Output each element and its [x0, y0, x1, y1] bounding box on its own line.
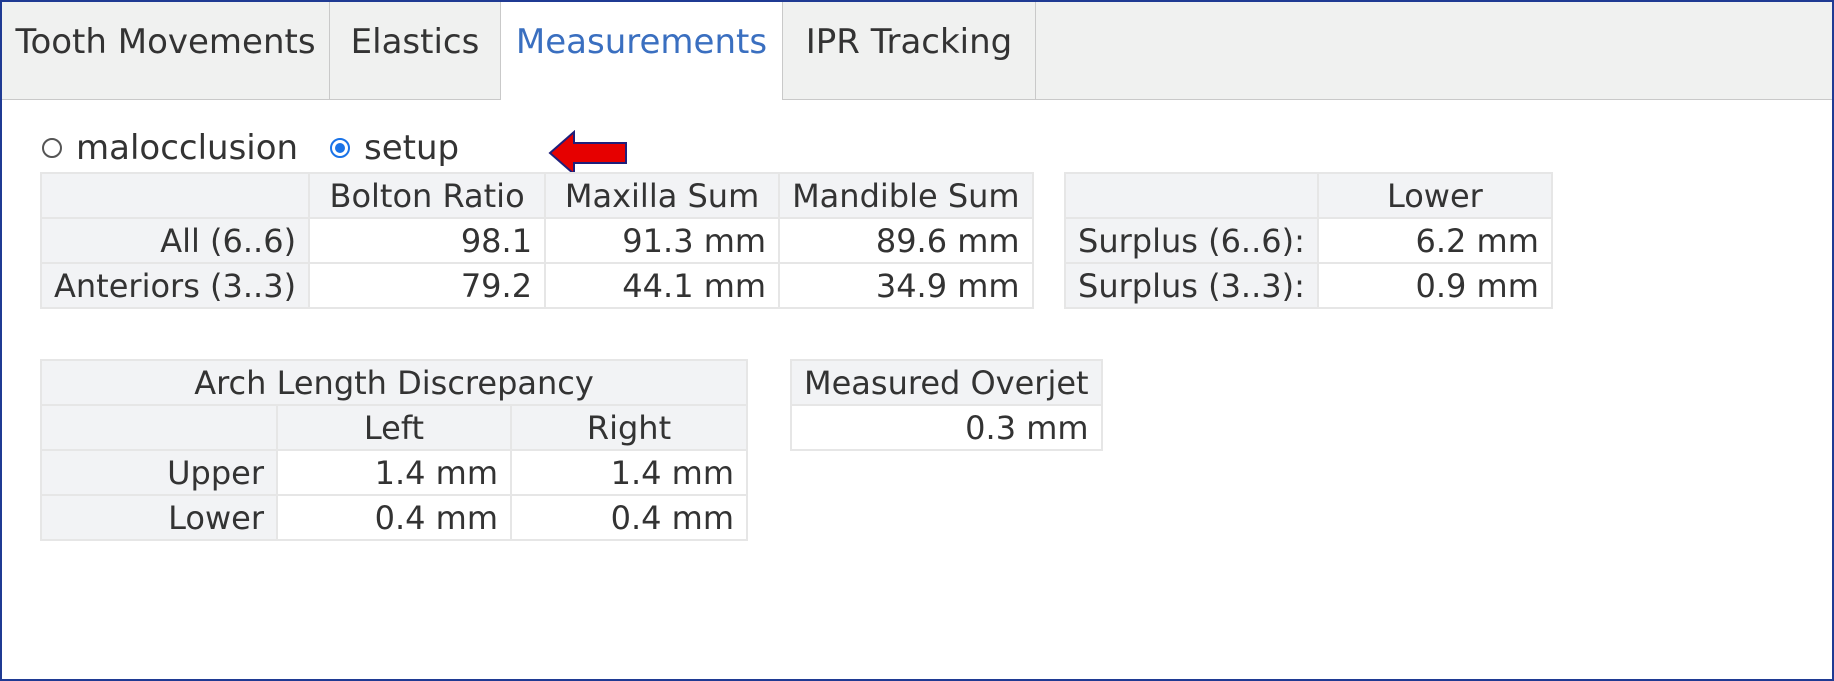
right-value: 0.4 mm	[510, 494, 748, 541]
tab-measurements[interactable]: Measurements	[501, 2, 783, 100]
bolton-ratio-value: 79.2	[308, 262, 547, 309]
row-label: All (6..6)	[39, 217, 311, 264]
header-right: Right	[510, 404, 748, 451]
row-label: Upper	[40, 449, 278, 496]
bolton-ratio-value: 98.1	[308, 217, 547, 264]
radio-malocclusion-label[interactable]: malocclusion	[76, 128, 298, 168]
left-value: 1.4 mm	[276, 449, 512, 496]
right-value: 1.4 mm	[510, 449, 748, 496]
tab-tooth-movements[interactable]: Tooth Movements	[2, 2, 330, 99]
header-bolton-ratio: Bolton Ratio	[308, 172, 547, 219]
row-label: Anteriors (3..3)	[39, 262, 311, 309]
row-label: Surplus (3..3):	[1064, 262, 1319, 309]
surplus-value: 6.2 mm	[1316, 217, 1553, 264]
header-maxilla-sum: Maxilla Sum	[544, 172, 781, 219]
row-label: Surplus (6..6):	[1064, 217, 1319, 264]
table-row: Surplus (3..3): 0.9 mm	[1064, 262, 1553, 309]
header-empty	[40, 404, 278, 451]
surplus-table: Lower Surplus (6..6): 6.2 mm Surplus (3.…	[1064, 172, 1553, 309]
mandible-sum-value: 34.9 mm	[778, 262, 1034, 309]
table-header-row: Lower	[1064, 172, 1553, 219]
table-row: Upper 1.4 mm 1.4 mm	[40, 449, 748, 496]
radio-setup[interactable]: setup	[330, 128, 459, 168]
left-value: 0.4 mm	[276, 494, 512, 541]
table-row: Anteriors (3..3) 79.2 44.1 mm 34.9 mm	[39, 262, 1034, 309]
header-empty	[39, 172, 311, 219]
row-label: Lower	[40, 494, 278, 541]
arch-length-table: Arch Length Discrepancy Left Right Upper…	[40, 359, 748, 541]
table-header-row: Left Right	[40, 404, 748, 451]
table-row: Lower 0.4 mm 0.4 mm	[40, 494, 748, 541]
header-left: Left	[276, 404, 512, 451]
measurements-panel: Tooth Movements Elastics Measurements IP…	[0, 0, 1834, 681]
overjet-table: Measured Overjet 0.3 mm	[790, 359, 1103, 451]
arch-length-title: Arch Length Discrepancy	[40, 359, 748, 406]
maxilla-sum-value: 91.3 mm	[544, 217, 781, 264]
mandible-sum-value: 89.6 mm	[778, 217, 1034, 264]
bolton-table: Bolton Ratio Maxilla Sum Mandible Sum Al…	[39, 172, 1034, 309]
radio-malocclusion[interactable]: malocclusion	[42, 128, 298, 168]
red-arrow-icon	[548, 130, 627, 176]
table-header-row: Measured Overjet	[790, 359, 1103, 406]
overjet-value: 0.3 mm	[790, 404, 1103, 451]
table-row: Surplus (6..6): 6.2 mm	[1064, 217, 1553, 264]
table-row: All (6..6) 98.1 91.3 mm 89.6 mm	[39, 217, 1034, 264]
surplus-value: 0.9 mm	[1316, 262, 1553, 309]
header-mandible-sum: Mandible Sum	[778, 172, 1034, 219]
radio-setup-label[interactable]: setup	[364, 128, 459, 168]
header-empty	[1064, 172, 1319, 219]
header-lower: Lower	[1316, 172, 1553, 219]
tab-ipr-tracking[interactable]: IPR Tracking	[783, 2, 1036, 99]
tab-elastics[interactable]: Elastics	[330, 2, 501, 99]
overjet-title: Measured Overjet	[790, 359, 1103, 406]
tab-bar: Tooth Movements Elastics Measurements IP…	[2, 2, 1832, 100]
table-header-row: Bolton Ratio Maxilla Sum Mandible Sum	[39, 172, 1034, 219]
table-title-row: Arch Length Discrepancy	[40, 359, 748, 406]
radio-unchecked-icon[interactable]	[42, 138, 62, 158]
radio-checked-icon[interactable]	[330, 138, 350, 158]
table-row: 0.3 mm	[790, 404, 1103, 451]
maxilla-sum-value: 44.1 mm	[544, 262, 781, 309]
